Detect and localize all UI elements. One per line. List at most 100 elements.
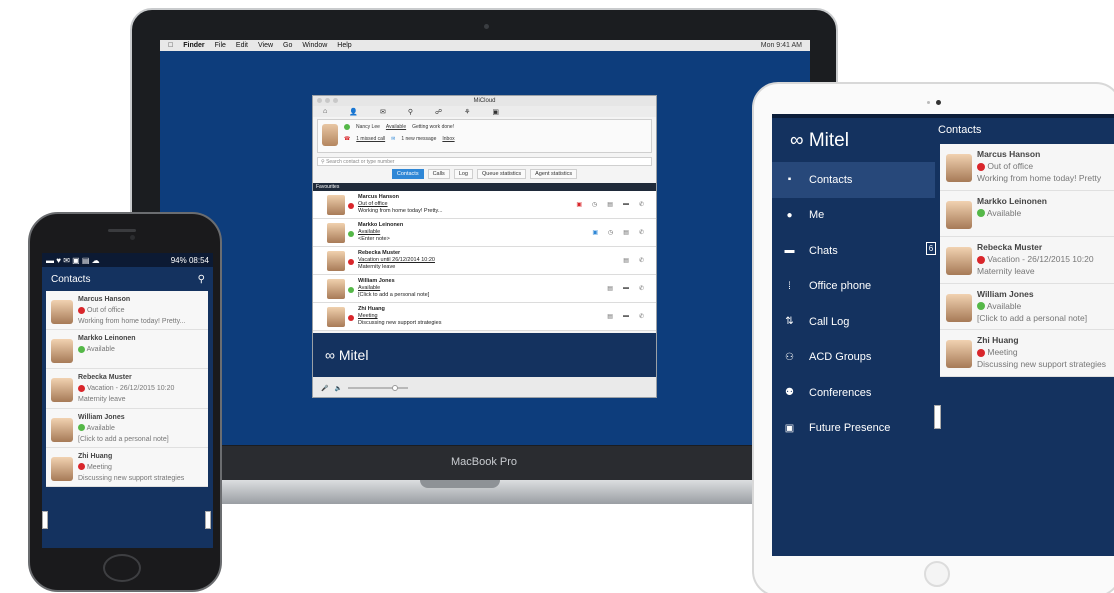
directory-icon[interactable]: ⚘ — [464, 108, 470, 116]
contact-status: Out of office — [987, 161, 1034, 171]
contact-status[interactable]: Vacation until 26/12/2014 10:20 — [358, 257, 435, 264]
contact-name: Marcus Hanson — [977, 149, 1041, 159]
tab-calls[interactable]: Calls — [427, 169, 450, 179]
chat-icon[interactable]: ▬ — [623, 285, 629, 292]
chat-icon[interactable]: ▬ — [623, 201, 629, 208]
contact-row[interactable]: Rebecka Muster Vacation - 26/12/2015 10:… — [46, 369, 208, 409]
tab-log[interactable]: Log — [453, 169, 473, 179]
search-icon[interactable]: ⚲ — [198, 274, 205, 285]
chat-icon[interactable]: ▬ — [623, 313, 629, 320]
phone-icon[interactable]: ✆ — [639, 313, 644, 320]
contact-note: Discussing new support strategies — [78, 474, 185, 482]
busy-status-icon — [977, 162, 985, 171]
phone-right-drawer-handle[interactable] — [205, 511, 211, 529]
contact-row[interactable]: William Jones Available [Click to add a … — [940, 283, 1114, 330]
menu-window[interactable]: Window — [302, 42, 327, 49]
nav-item-future-presence[interactable]: ▣ Future Presence — [772, 411, 935, 447]
contact-row[interactable]: Markko Leinonen Available — [940, 190, 1114, 237]
contact-row[interactable]: Markko Leinonen Available — [46, 330, 208, 370]
menu-help[interactable]: Help — [337, 42, 351, 49]
contact-note: Working from home today! Pretty... — [78, 318, 186, 325]
contact-row[interactable]: Rebecka Muster Vacation - 26/12/2015 10:… — [940, 237, 1114, 284]
info-icon[interactable]: ▤ — [623, 229, 629, 236]
menu-edit[interactable]: Edit — [236, 42, 248, 49]
nav-item-me[interactable]: ● Me — [772, 198, 935, 234]
menu-view[interactable]: View — [258, 42, 273, 49]
calendar-icon[interactable]: ▣ — [492, 108, 499, 116]
contact-status[interactable]: Meeting — [358, 313, 441, 320]
contact-row[interactable]: William Jones Available [Click to add a … — [313, 275, 656, 303]
calendar-icon[interactable]: ▣ — [592, 229, 598, 236]
tab-agent-statistics[interactable]: Agent statistics — [530, 169, 578, 179]
contact-status[interactable]: Out of office — [358, 201, 442, 208]
mail-icon[interactable]: ✉ — [380, 108, 386, 116]
menu-go[interactable]: Go — [283, 42, 292, 49]
window-zoom-button[interactable] — [333, 98, 338, 103]
phone-icon[interactable]: ✆ — [639, 285, 644, 292]
phone-icon[interactable]: ✆ — [639, 229, 644, 236]
phone-home-button[interactable] — [103, 554, 141, 582]
my-avatar — [322, 124, 338, 146]
tablet-drawer-handle[interactable] — [934, 405, 941, 429]
info-icon[interactable]: ▤ — [607, 285, 613, 292]
tablet-contact-list: Marcus Hanson Out of office Working from… — [940, 144, 1114, 377]
contact-row[interactable]: Zhi Huang Meeting Discussing new support… — [313, 303, 656, 331]
speaker-icon[interactable]: 🔈 — [334, 385, 341, 392]
menu-finder[interactable]: Finder — [183, 42, 204, 49]
window-close-button[interactable] — [317, 98, 322, 103]
phone-icon[interactable]: ✆ — [639, 257, 644, 264]
my-note[interactable]: Getting work done! — [412, 124, 454, 130]
contact-photo — [327, 223, 345, 243]
contact-row[interactable]: William Jones Available [Click to add a … — [46, 408, 208, 448]
mac-menubar:  Finder File Edit View Go Window Help M… — [160, 40, 810, 51]
nav-item-office-phone[interactable]: ⁞ Office phone — [772, 269, 935, 305]
nav-item-contacts[interactable]: ▪ Contacts — [772, 162, 935, 198]
contact-row[interactable]: Zhi Huang Meeting Discussing new support… — [46, 447, 208, 487]
contact-photo — [51, 378, 73, 403]
volume-slider[interactable] — [347, 385, 408, 391]
nav-item-conferences[interactable]: ⚉ Conferences — [772, 375, 935, 411]
home-icon[interactable]: ⌂ — [323, 108, 327, 115]
apple-menu-icon[interactable]:  — [168, 42, 173, 49]
contact-row[interactable]: Marcus Hanson Out of office Working from… — [46, 291, 208, 331]
contact-name: Markko Leinonen — [358, 222, 404, 228]
contact-status[interactable]: Available — [358, 229, 403, 236]
contact-row[interactable]: Markko Leinonen Available <Enter note> ▣… — [313, 219, 656, 247]
contact-search-input[interactable]: ⚲ Search contact or type number — [317, 157, 652, 166]
menu-file[interactable]: File — [215, 42, 226, 49]
clock-icon[interactable]: ◷ — [592, 201, 597, 208]
group-icon[interactable]: ☍ — [435, 108, 442, 116]
contact-card-icon: ▪ — [787, 174, 792, 186]
missed-call-link[interactable]: 1 missed call — [356, 136, 385, 142]
phone-left-drawer-handle[interactable] — [42, 511, 48, 529]
tab-queue-statistics[interactable]: Queue statistics — [477, 169, 527, 179]
phone-icon[interactable]: ✆ — [639, 201, 644, 208]
window-title: MiCloud — [473, 98, 496, 104]
window-minimize-button[interactable] — [325, 98, 330, 103]
contact-row[interactable]: Zhi Huang Meeting Discussing new support… — [940, 330, 1114, 377]
add-contact-icon[interactable]: ⚲ — [408, 108, 413, 116]
contact-row[interactable]: Marcus Hanson Out of office Working from… — [313, 191, 656, 219]
tablet-home-button[interactable] — [924, 561, 950, 587]
laptop-brand-label: MacBook Pro — [450, 456, 518, 468]
volume-slider-thumb[interactable] — [391, 385, 398, 391]
mitel-logo-icon: ∞ — [790, 130, 804, 151]
microphone-icon[interactable]: 🎤 — [321, 385, 328, 392]
my-status-link[interactable]: Available — [386, 124, 406, 130]
contact-row[interactable]: Rebecka Muster Vacation until 26/12/2014… — [313, 247, 656, 275]
info-icon[interactable]: ▤ — [607, 201, 613, 208]
nav-item-call-log[interactable]: ⇅ Call Log — [772, 304, 935, 340]
info-icon[interactable]: ▤ — [607, 313, 613, 320]
busy-status-icon — [348, 259, 354, 265]
nav-item-chats[interactable]: ▬ Chats — [772, 233, 935, 269]
contact-status[interactable]: Available — [358, 285, 429, 292]
chats-unread-badge: 6 — [926, 242, 936, 255]
nav-item-acd-groups[interactable]: ⚇ ACD Groups — [772, 340, 935, 376]
clock-icon[interactable]: ◷ — [608, 229, 613, 236]
person-icon[interactable]: 👤 — [349, 108, 358, 116]
tab-contacts[interactable]: Contacts — [391, 169, 424, 179]
contact-row[interactable]: Marcus Hanson Out of office Working from… — [940, 144, 1114, 191]
calendar-icon[interactable]: ▣ — [576, 201, 582, 208]
info-icon[interactable]: ▤ — [623, 257, 629, 264]
inbox-link[interactable]: Inbox — [442, 136, 454, 142]
